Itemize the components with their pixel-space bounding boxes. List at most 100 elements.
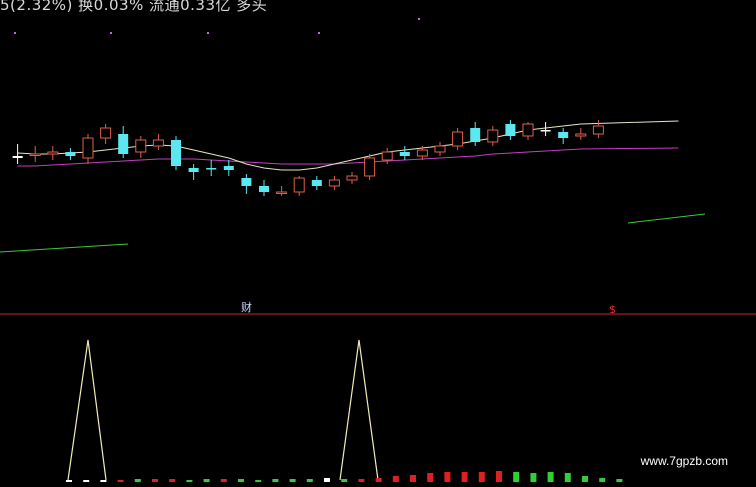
candle-body — [575, 133, 587, 137]
volume-bar — [410, 475, 416, 482]
ma-long-path — [17, 147, 679, 167]
candle — [558, 128, 569, 144]
candle — [575, 128, 587, 140]
volume-bar — [272, 479, 279, 482]
ma-short-path — [17, 120, 679, 171]
candle — [293, 176, 305, 196]
kline-chart[interactable]: 财 $ — [0, 0, 756, 487]
volume-bar — [530, 473, 537, 482]
dollar-marker[interactable]: $ — [609, 303, 616, 316]
volume-bar — [186, 480, 193, 482]
volume-bar — [134, 479, 141, 482]
volume-bar — [100, 480, 107, 482]
candle — [152, 134, 164, 150]
candle — [29, 146, 41, 162]
candle — [188, 164, 199, 180]
candle — [100, 124, 112, 144]
dot-marker — [418, 18, 420, 20]
volume-bar — [66, 480, 72, 482]
candle-body — [470, 128, 481, 142]
volume-bar — [427, 473, 434, 482]
candle-body — [82, 137, 94, 159]
volume-bar — [203, 479, 210, 482]
watermark: www.7gpzb.com — [640, 454, 728, 468]
candle-body — [364, 157, 376, 177]
candle-body — [487, 129, 499, 143]
candle — [12, 144, 23, 164]
dot-marker — [110, 32, 112, 34]
volume-bar — [169, 479, 176, 482]
candle-body — [276, 191, 288, 194]
candlestick-series — [12, 120, 604, 196]
candle-body — [118, 134, 129, 154]
candle-body — [592, 125, 604, 135]
volume-bar — [324, 478, 330, 482]
volume-bar — [616, 479, 623, 482]
volume-bar — [255, 480, 262, 482]
candle — [171, 136, 181, 170]
candle — [65, 148, 76, 160]
candle — [259, 180, 269, 196]
volume-bar — [496, 471, 502, 482]
signal-spike — [67, 339, 107, 481]
candle-body — [381, 151, 393, 161]
candle — [276, 186, 288, 196]
ma-long-line — [17, 147, 679, 167]
candle-body — [259, 186, 269, 192]
candle-body — [12, 156, 23, 158]
green-line-left — [0, 243, 129, 253]
volume-bar — [461, 472, 468, 482]
candle-body — [399, 152, 410, 156]
volume-bar — [392, 476, 399, 482]
candle-body — [241, 178, 252, 186]
candle-body — [206, 168, 217, 170]
volume-bar — [444, 472, 451, 482]
candle — [311, 176, 322, 190]
ma-short-line — [17, 120, 679, 171]
candle — [470, 122, 481, 146]
stock-chart-window: 5(2.32%) 换0.03% 流通0.33亿 多头 财 $ www.7gpzb… — [0, 0, 756, 487]
volume-bar — [117, 480, 124, 482]
candle-body — [452, 131, 464, 147]
candle — [206, 160, 217, 176]
candle — [223, 160, 234, 176]
volume-bar — [513, 472, 520, 482]
candle-body — [152, 139, 164, 147]
volume-bar — [289, 479, 296, 482]
volume-bar — [238, 479, 244, 482]
volume-bar — [152, 479, 158, 482]
signal-spike — [339, 339, 379, 481]
header-dots — [14, 18, 420, 34]
dot-marker — [207, 32, 209, 34]
candle — [328, 176, 340, 190]
candle — [241, 174, 252, 194]
candle-body — [47, 151, 59, 155]
candle-body — [135, 139, 147, 153]
candle-body — [522, 123, 534, 137]
candle-body — [558, 132, 569, 138]
volume-bar — [582, 476, 588, 482]
candle — [487, 126, 499, 146]
finance-marker[interactable]: 财 — [241, 300, 252, 314]
candle-body — [223, 166, 234, 170]
candle-body — [171, 140, 181, 166]
volume-bar — [564, 473, 571, 482]
candle-body — [346, 175, 358, 181]
volume-bar — [599, 478, 606, 482]
volume-bar — [341, 479, 348, 482]
volume-bar — [83, 480, 90, 482]
candle — [47, 146, 59, 160]
candle-body — [311, 180, 322, 186]
candle-body — [434, 145, 446, 153]
candle — [399, 146, 410, 160]
candle — [592, 120, 604, 138]
candle-body — [540, 130, 551, 132]
dot-marker — [14, 32, 16, 34]
volume-bar — [306, 479, 313, 482]
candle-body — [328, 179, 340, 187]
candle — [452, 128, 464, 150]
candle — [118, 126, 129, 158]
candle-body — [188, 168, 199, 172]
candle — [82, 134, 94, 164]
candle-body — [100, 127, 112, 139]
